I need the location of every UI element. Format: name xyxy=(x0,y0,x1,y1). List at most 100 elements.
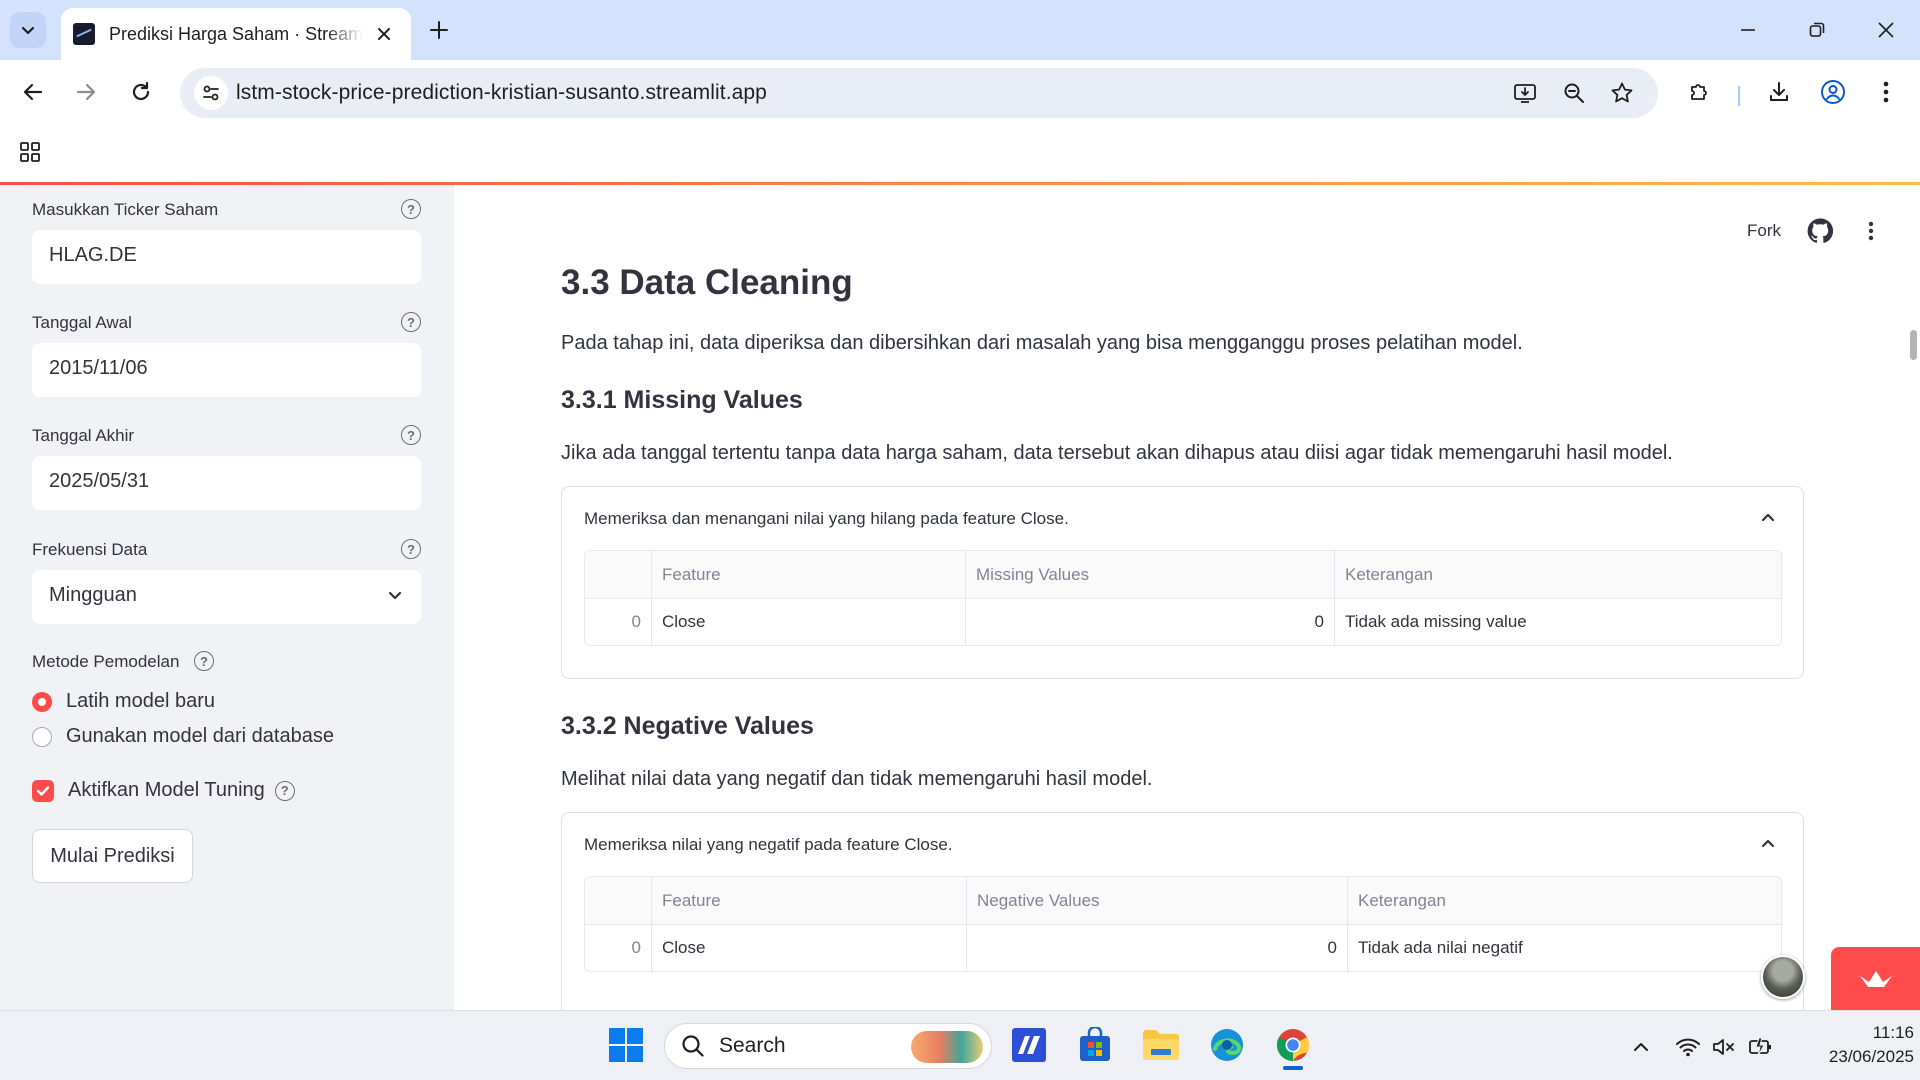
edge-button[interactable] xyxy=(1205,1023,1249,1067)
column-header[interactable]: Keterangan xyxy=(1347,877,1781,924)
arrow-left-icon xyxy=(23,83,43,101)
apps-button[interactable] xyxy=(16,138,44,166)
missing-values-expander[interactable]: Memeriksa dan menangani nilai yang hilan… xyxy=(561,486,1804,679)
browser-tab[interactable]: Prediksi Harga Saham · Streamlit xyxy=(61,8,411,60)
value-cell[interactable]: 0 xyxy=(966,925,1347,971)
close-window-button[interactable] xyxy=(1864,12,1908,48)
end-date-label: Tanggal Akhir xyxy=(32,426,135,445)
help-icon[interactable]: ? xyxy=(401,199,421,219)
windows-logo-icon xyxy=(609,1028,643,1062)
end-date-input[interactable]: 2025/05/31 xyxy=(32,456,421,510)
system-clock[interactable]: 11:16 23/06/2025 xyxy=(1794,1021,1914,1069)
clock-date: 23/06/2025 xyxy=(1828,1047,1914,1066)
user-avatar[interactable] xyxy=(1761,955,1805,999)
start-prediction-button[interactable]: Mulai Prediksi xyxy=(32,829,193,883)
expander-title[interactable]: Memeriksa nilai yang negatif pada featur… xyxy=(584,835,953,855)
address-bar[interactable]: lstm-stock-price-prediction-kristian-sus… xyxy=(180,68,1658,118)
restore-button[interactable] xyxy=(1795,12,1839,48)
note-cell[interactable]: Tidak ada missing value xyxy=(1334,599,1781,645)
tab-close-button[interactable] xyxy=(371,21,397,47)
feature-cell[interactable]: Close xyxy=(651,599,965,645)
column-header[interactable]: Missing Values xyxy=(965,551,1334,598)
table-row: 0 Close 0 Tidak ada nilai negatif xyxy=(585,924,1781,971)
browser-toolbar: lstm-stock-price-prediction-kristian-sus… xyxy=(0,60,1920,124)
bookmark-button[interactable] xyxy=(1607,78,1637,108)
help-icon[interactable]: ? xyxy=(401,312,421,332)
note-cell[interactable]: Tidak ada nilai negatif xyxy=(1347,925,1781,971)
clock-time: 11:16 xyxy=(1872,1023,1914,1042)
more-vertical-icon xyxy=(1868,221,1874,241)
chrome-menu-button[interactable] xyxy=(1868,74,1904,110)
radio-use-database-model[interactable]: Gunakan model dari database xyxy=(32,725,334,748)
column-header[interactable]: Feature xyxy=(651,551,965,598)
tuning-label: Aktifkan Model Tuning xyxy=(68,779,265,801)
start-button[interactable] xyxy=(604,1023,648,1067)
table-header-row: Feature Negative Values Keterangan xyxy=(585,877,1781,924)
ticker-input[interactable]: HLAG.DE xyxy=(32,230,421,284)
value-cell[interactable]: 0 xyxy=(965,599,1334,645)
frequency-label: Frekuensi Data xyxy=(32,540,148,559)
negative-values-table[interactable]: Feature Negative Values Keterangan 0 Clo… xyxy=(584,876,1782,972)
download-icon xyxy=(1770,82,1788,101)
section-title: 3.3 Data Cleaning xyxy=(561,263,853,302)
apps-grid-icon xyxy=(20,142,40,162)
column-header[interactable]: Feature xyxy=(651,877,966,924)
column-header[interactable]: Keterangan xyxy=(1334,551,1781,598)
radio-train-new[interactable]: Latih model baru xyxy=(32,690,215,713)
new-tab-button[interactable] xyxy=(424,15,454,45)
tab-search-button[interactable] xyxy=(10,12,46,48)
toolbar-divider xyxy=(1738,86,1740,106)
arrow-right-icon xyxy=(76,83,96,101)
taskbar-app[interactable] xyxy=(1007,1023,1051,1067)
help-icon[interactable]: ? xyxy=(274,780,295,801)
windows-taskbar: Search 11:16 23/06/2025 xyxy=(0,1010,1920,1080)
method-label: Metode Pemodelan xyxy=(32,652,180,671)
extensions-button[interactable] xyxy=(1682,74,1718,110)
help-icon[interactable]: ? xyxy=(194,651,214,671)
chrome-button[interactable] xyxy=(1271,1023,1315,1067)
expander-title[interactable]: Memeriksa dan menangani nilai yang hilan… xyxy=(584,509,1069,529)
taskbar-search[interactable]: Search xyxy=(664,1023,992,1069)
start-date-input[interactable]: 2015/11/06 xyxy=(32,343,421,397)
radio-selected-icon xyxy=(32,691,52,712)
restore-icon xyxy=(1809,22,1825,37)
help-icon[interactable]: ? xyxy=(401,425,421,445)
chevron-up-icon[interactable] xyxy=(1759,509,1777,527)
page-scrollbar[interactable] xyxy=(1910,330,1917,360)
tuning-checkbox[interactable]: Aktifkan Model Tuning ? xyxy=(32,779,295,802)
tune-icon xyxy=(203,85,219,101)
streamlit-hosted-badge[interactable] xyxy=(1831,947,1920,1010)
column-header[interactable]: Negative Values xyxy=(966,877,1347,924)
profile-icon xyxy=(1821,80,1845,104)
app-icon xyxy=(1012,1028,1046,1062)
main-menu-button[interactable] xyxy=(1859,219,1883,243)
minimize-button[interactable] xyxy=(1726,12,1770,48)
battery-status[interactable] xyxy=(1748,1034,1774,1060)
frequency-select[interactable]: Mingguan xyxy=(32,570,421,624)
reload-button[interactable] xyxy=(123,74,159,110)
search-label: Search xyxy=(719,1034,786,1057)
downloads-button[interactable] xyxy=(1761,74,1797,110)
negative-values-expander[interactable]: Memeriksa nilai yang negatif pada featur… xyxy=(561,812,1804,1010)
site-info-button[interactable] xyxy=(194,76,228,110)
section-intro: Pada tahap ini, data diperiksa dan diber… xyxy=(561,332,1523,354)
install-app-button[interactable] xyxy=(1510,78,1540,108)
forward-button[interactable] xyxy=(68,74,104,110)
fork-button[interactable]: Fork xyxy=(1747,221,1781,241)
zoom-button[interactable] xyxy=(1559,78,1589,108)
radio-label: Latih model baru xyxy=(66,690,215,712)
back-button[interactable] xyxy=(15,74,51,110)
profile-button[interactable] xyxy=(1815,74,1851,110)
help-icon[interactable]: ? xyxy=(401,539,421,559)
microsoft-store-button[interactable] xyxy=(1073,1023,1117,1067)
url-text[interactable]: lstm-stock-price-prediction-kristian-sus… xyxy=(236,81,767,105)
chrome-icon xyxy=(1276,1029,1310,1061)
volume-status[interactable] xyxy=(1711,1034,1737,1060)
file-explorer-button[interactable] xyxy=(1139,1023,1183,1067)
chevron-up-icon[interactable] xyxy=(1759,835,1777,853)
missing-values-table[interactable]: Feature Missing Values Keterangan 0 Clos… xyxy=(584,550,1782,646)
github-icon[interactable] xyxy=(1807,218,1833,244)
wifi-status[interactable] xyxy=(1675,1034,1701,1060)
feature-cell[interactable]: Close xyxy=(651,925,966,971)
show-hidden-icons-button[interactable] xyxy=(1628,1034,1654,1060)
